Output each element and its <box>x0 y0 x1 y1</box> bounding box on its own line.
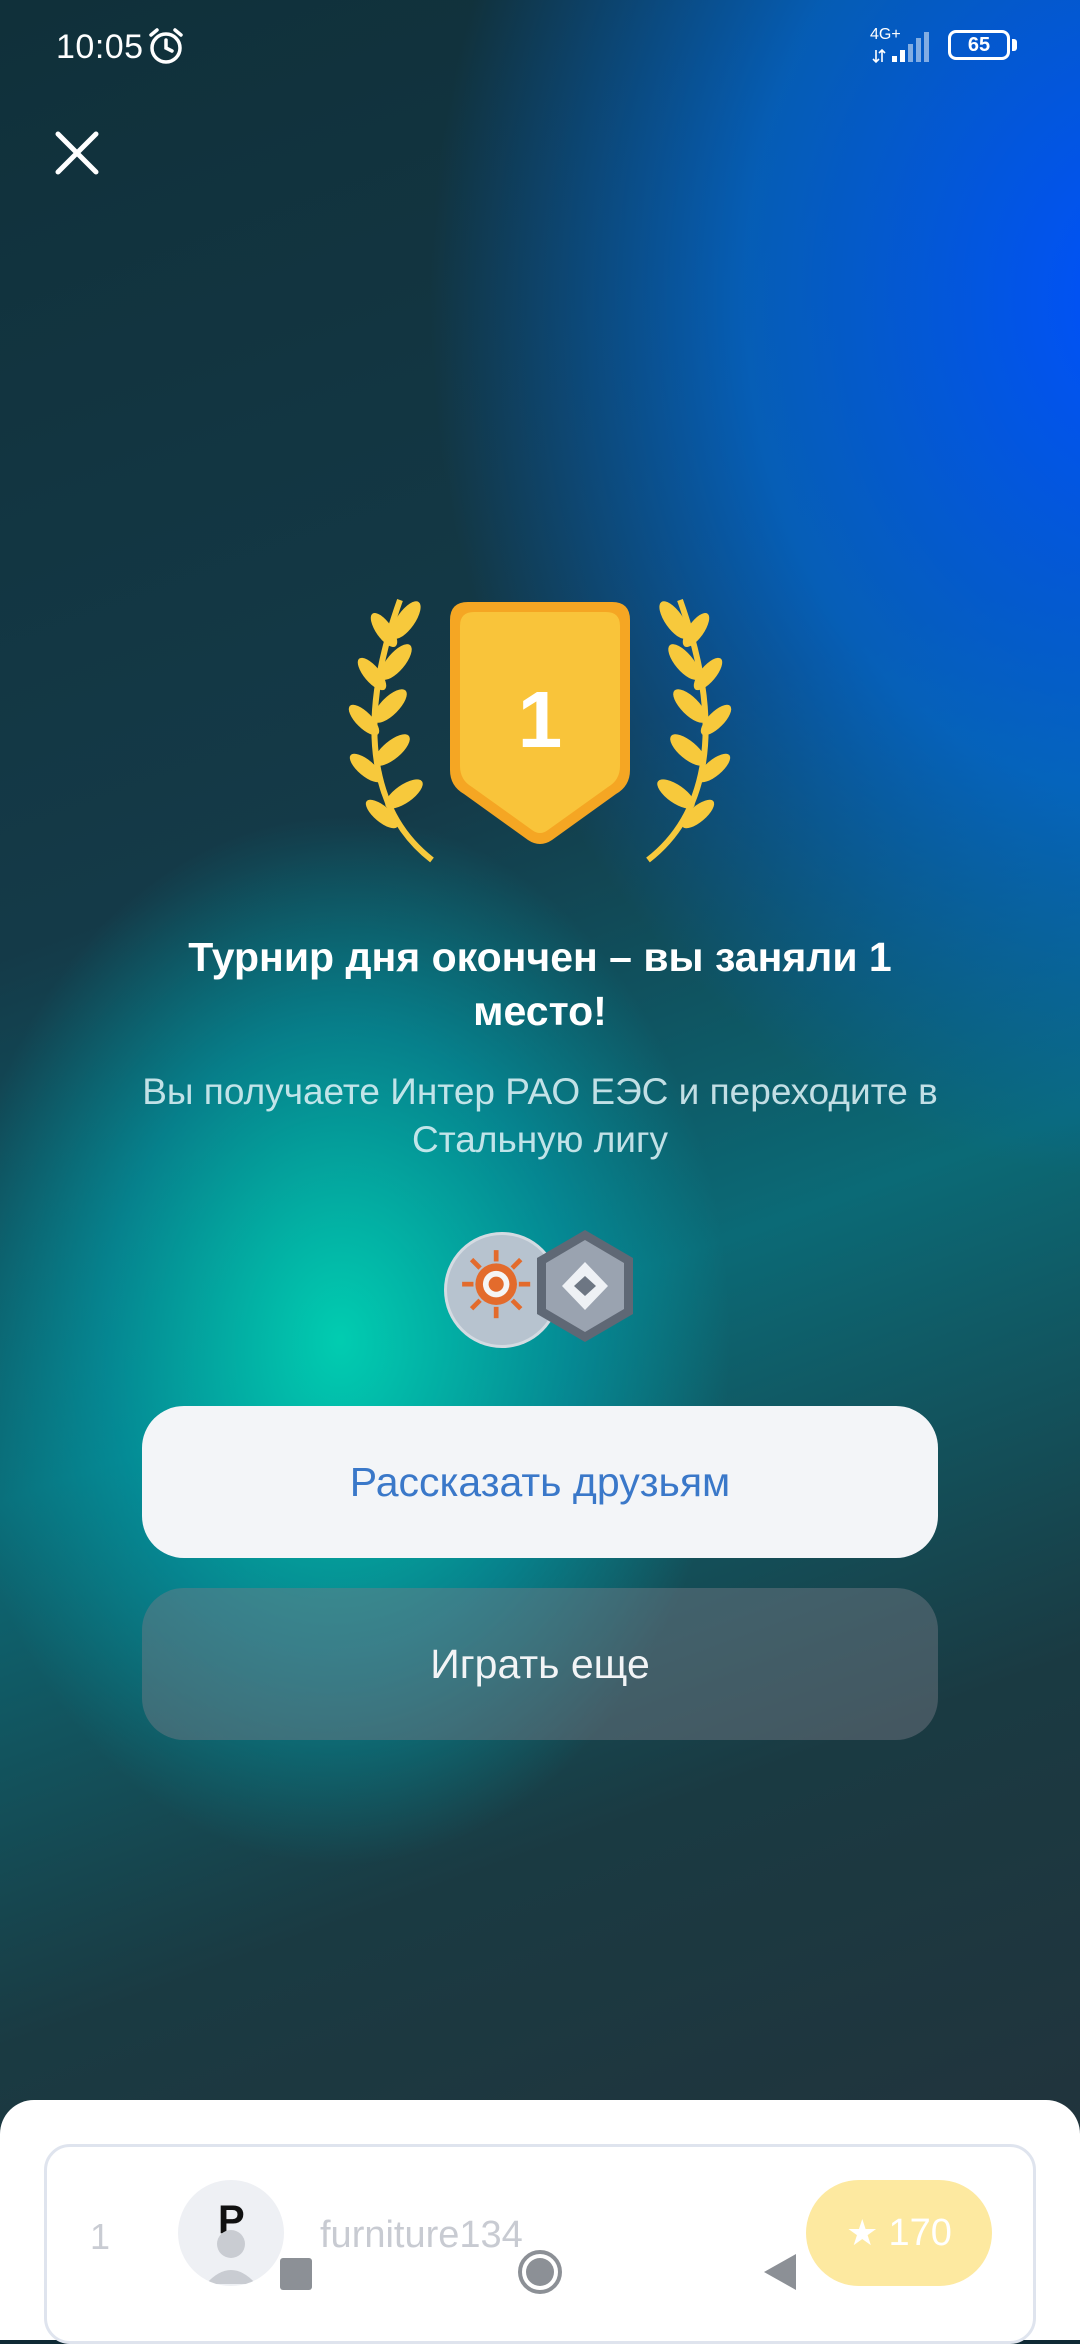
play-again-button[interactable]: Играть еще <box>142 1588 938 1740</box>
result-title: Турнир дня окончен – вы заняли 1 место! <box>188 934 892 1034</box>
result-subtitle: Вы получаете Интер РАО ЕЭС и переходите … <box>142 1071 938 1160</box>
back-button[interactable] <box>762 2252 798 2292</box>
alarm-icon <box>149 28 183 64</box>
reward-badges <box>440 1228 640 1348</box>
close-icon[interactable] <box>50 126 104 180</box>
network-type: 4G+ <box>870 26 901 43</box>
gradient-background <box>0 0 1080 2340</box>
steel-league-icon <box>537 1230 633 1342</box>
home-button[interactable] <box>516 2248 564 2296</box>
battery-indicator: 65 <box>948 30 1010 60</box>
status-bar: 10:05 4G+ 65 <box>0 0 1080 96</box>
status-time: 10:05 <box>56 28 144 66</box>
recent-apps-button[interactable] <box>280 2258 312 2290</box>
share-with-friends-button[interactable]: Рассказать друзьям <box>142 1406 938 1558</box>
battery-cap <box>1012 39 1017 51</box>
place-number: 1 <box>517 675 563 764</box>
